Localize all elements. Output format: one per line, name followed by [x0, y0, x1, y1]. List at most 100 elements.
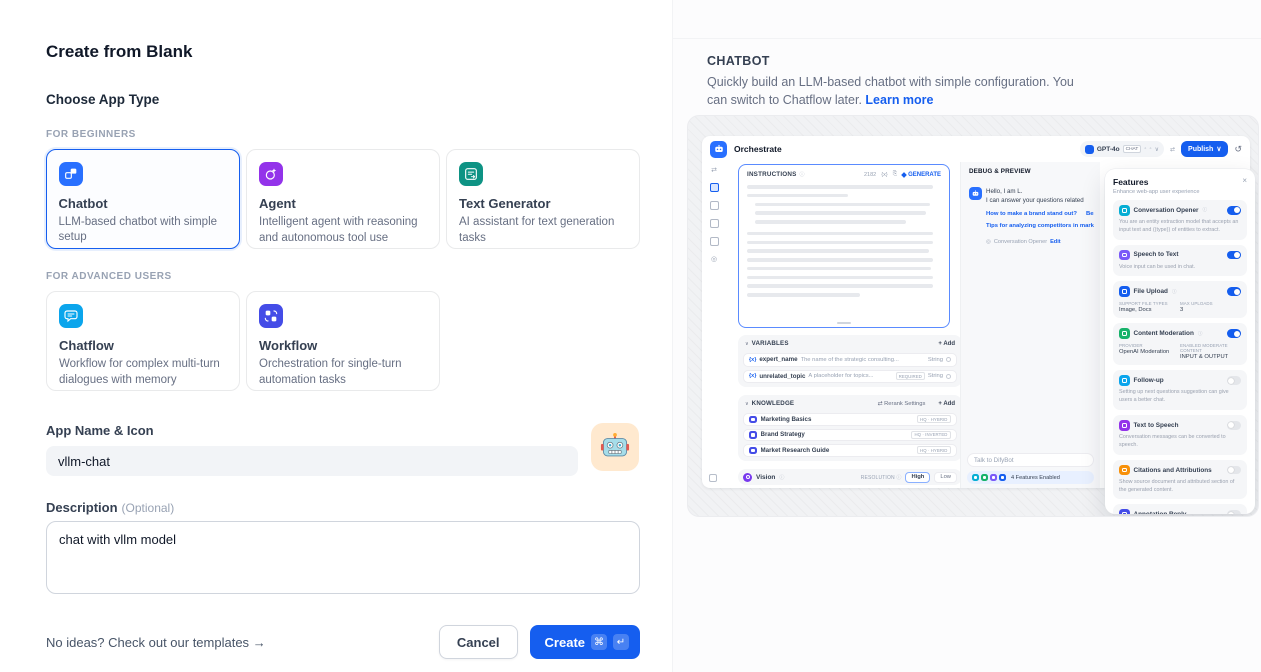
info-icon: ⓘ — [1203, 207, 1208, 213]
dataset-icon — [749, 416, 757, 424]
knowledge-title: KNOWLEDGE — [752, 400, 795, 407]
templates-link[interactable]: No ideas? Check out our templates → — [46, 635, 266, 650]
suggestion-link[interactable]: Tips for analyzing competitors in marke — [986, 222, 1094, 231]
app-name-input[interactable] — [46, 446, 578, 476]
feature-card-file-upload: File Upload ⓘ SUPPORT FILE TYPESImage, D… — [1113, 281, 1247, 318]
sliders-icon[interactable]: ⇄ — [711, 166, 717, 174]
feature-card-content-moderation: Content Moderation ⓘ PROVIDEROpenAI Mode… — [1113, 323, 1247, 365]
variable-settings-icon[interactable] — [946, 357, 951, 362]
toggle[interactable] — [1227, 510, 1241, 514]
collapse-icon[interactable]: ∨ — [745, 341, 749, 347]
resolution-low-button[interactable]: Low — [934, 472, 957, 483]
app-type-card-chatbot[interactable]: Chatbot LLM-based chatbot with simple se… — [46, 149, 240, 249]
toggle[interactable] — [1227, 287, 1241, 296]
chat-input[interactable]: Talk to DifyBot — [967, 453, 1094, 467]
features-enabled-bar[interactable]: 4 Features Enabled — [967, 471, 1094, 484]
features-panel: Features × Enhance web-app user experien… — [1105, 169, 1255, 514]
conversation-opener-icon — [1119, 205, 1130, 216]
variables-title: VARIABLES — [752, 340, 789, 347]
variable-row[interactable]: {x} expert_name The name of the strategi… — [743, 353, 957, 367]
app-type-card-chatflow[interactable]: Chatflow Workflow for complex multi-turn… — [46, 291, 240, 391]
app-name-block: App Name & Icon — [46, 423, 640, 476]
close-icon[interactable]: × — [1242, 177, 1247, 185]
toggle[interactable] — [1227, 466, 1241, 475]
knowledge-row[interactable]: Brand Strategy HQ · INVERTED — [743, 429, 957, 442]
debug-title: DEBUG & PREVIEW — [969, 168, 1094, 175]
toggle[interactable] — [1227, 376, 1241, 385]
feature-card-speech-to-text: Speech to Text Voice input can be used i… — [1113, 245, 1247, 277]
app-icon-picker[interactable] — [591, 423, 639, 471]
description-block: Description(Optional) — [46, 500, 640, 599]
info-icon: ⓘ — [896, 475, 901, 481]
app-type-card-text-generator[interactable]: Text Generator AI assistant for text gen… — [446, 149, 640, 249]
vision-section: Vision ⓘ RESOLUTION ⓘ High Low — [738, 469, 962, 485]
content-moderation-icon — [1119, 328, 1130, 339]
rerank-settings-button[interactable]: ⇄ Rerank Settings — [878, 401, 926, 407]
knowledge-section: ∨ KNOWLEDGE ⇄ Rerank Settings + Add Mark… — [738, 395, 962, 461]
choose-app-type-heading: Choose App Type — [46, 92, 640, 107]
card-title: Agent — [259, 196, 427, 211]
agent-icon — [259, 162, 283, 186]
suggestion-link[interactable]: How to make a brand stand out? — [986, 210, 1077, 219]
model-selector[interactable]: GPT-4o CHAT ◦ ◦ ∨ — [1080, 141, 1164, 157]
suggestion-link[interactable]: Bes — [1086, 210, 1094, 219]
robot-app-icon — [710, 141, 727, 158]
create-app-modal: Create from Blank Choose App Type FOR BE… — [0, 0, 1261, 672]
knowledge-row[interactable]: Market Research Guide HQ · HYBRID — [743, 444, 957, 457]
create-button[interactable]: Create ⌘ ↵ — [530, 625, 640, 659]
toggle[interactable] — [1227, 421, 1241, 430]
card-desc: Workflow for complex multi-turn dialogue… — [59, 357, 227, 388]
arrow-right-icon: → — [253, 635, 266, 650]
sidebar-gallery-icon[interactable] — [710, 201, 719, 210]
variable-settings-icon[interactable] — [946, 374, 951, 379]
toggle[interactable] — [1227, 206, 1241, 215]
toggle[interactable] — [1227, 329, 1241, 338]
opener-icon: ◎ — [986, 238, 991, 246]
knowledge-row[interactable]: Marketing Basics HQ · HYBRID — [743, 413, 957, 426]
enter-key-icon: ↵ — [613, 634, 629, 650]
feature-mini-icon — [999, 474, 1006, 481]
add-knowledge-button[interactable]: + Add — [938, 401, 955, 407]
sidebar-settings-icon[interactable]: ◎ — [711, 255, 717, 263]
description-textarea[interactable] — [46, 521, 640, 594]
collapse-icon[interactable]: ∨ — [745, 401, 749, 407]
app-type-card-agent[interactable]: Agent Intelligent agent with reasoning a… — [246, 149, 440, 249]
bot-greeting-line2: I can answer your questions related — [986, 196, 1094, 205]
sidebar-bottom-icon[interactable] — [709, 474, 717, 482]
sidebar-docs-icon[interactable] — [710, 237, 719, 246]
preview-sidebar: ⇄ ◎ — [702, 162, 726, 488]
card-desc: Orchestration for single-turn automation… — [259, 357, 427, 388]
toggle[interactable] — [1227, 251, 1241, 260]
file-upload-icon — [1119, 286, 1130, 297]
debug-preview-panel: DEBUG & PREVIEW Hello, I am L. I can ans… — [960, 162, 1100, 488]
resize-handle[interactable] — [837, 322, 851, 324]
features-title: Features — [1113, 177, 1148, 187]
retrieval-badge: HQ · HYBRID — [917, 415, 951, 423]
preview-header: Orchestrate GPT-4o CHAT ◦ ◦ ∨ ⇄ Publish — [702, 136, 1250, 162]
modal-footer: No ideas? Check out our templates → Canc… — [46, 625, 640, 659]
app-type-card-workflow[interactable]: Workflow Orchestration for single-turn a… — [246, 291, 440, 391]
dataset-icon — [749, 447, 757, 455]
resolution-high-button[interactable]: High — [905, 472, 930, 483]
feature-card-conversation-opener: Conversation Opener ⓘ You are an entity … — [1113, 200, 1247, 240]
description-optional: (Optional) — [122, 501, 175, 515]
publish-button[interactable]: Publish ∨ — [1181, 141, 1228, 157]
sidebar-logs-icon[interactable] — [710, 219, 719, 228]
feature-card-citations: Citations and Attributions Show source d… — [1113, 460, 1247, 500]
info-icon: ⓘ — [800, 171, 805, 178]
text-to-speech-icon — [1119, 420, 1130, 431]
copy-icon[interactable]: ⎘ — [893, 171, 897, 178]
cancel-button[interactable]: Cancel — [439, 625, 518, 659]
variable-row[interactable]: {x} unrelated_topic A placeholder for to… — [743, 370, 957, 384]
sparkle-icon — [901, 172, 907, 178]
generate-button[interactable]: GENERATE — [902, 172, 941, 178]
learn-more-link[interactable]: Learn more — [865, 93, 933, 107]
chatflow-icon — [59, 304, 83, 328]
history-icon[interactable]: ↺ — [1234, 144, 1242, 155]
edit-opener-link[interactable]: Edit — [1050, 238, 1061, 246]
params-icon[interactable]: ⇄ — [1170, 146, 1175, 153]
info-icon: ⓘ — [779, 474, 784, 481]
add-variable-button[interactable]: + Add — [938, 341, 955, 347]
sidebar-orchestrate-icon[interactable] — [710, 183, 719, 192]
speech-to-text-icon — [1119, 250, 1130, 261]
